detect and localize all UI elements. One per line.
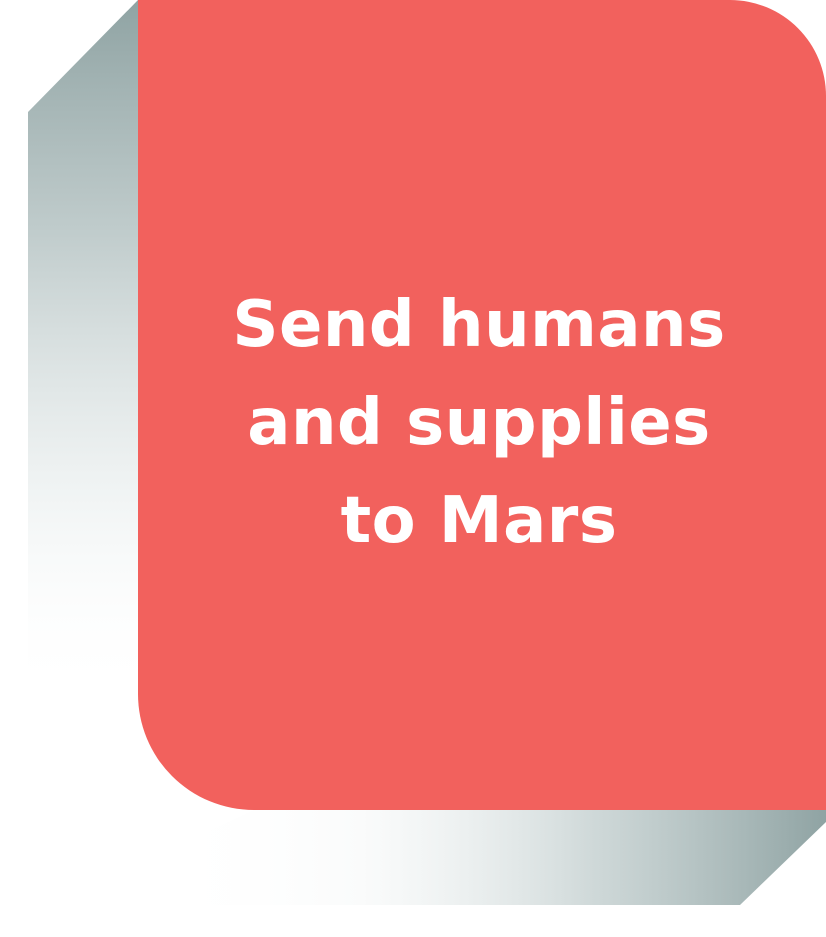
- card-text-line-3: to Mars: [340, 484, 618, 558]
- card-bottom-face: [160, 810, 826, 905]
- card-text: Send humans and supplies to Mars: [138, 276, 826, 570]
- card-text-line-2: and supplies: [247, 386, 711, 460]
- card-left-face: [28, 0, 138, 930]
- goal-card: Send humans and supplies to Mars: [138, 0, 826, 810]
- card-text-line-1: Send humans: [232, 288, 726, 362]
